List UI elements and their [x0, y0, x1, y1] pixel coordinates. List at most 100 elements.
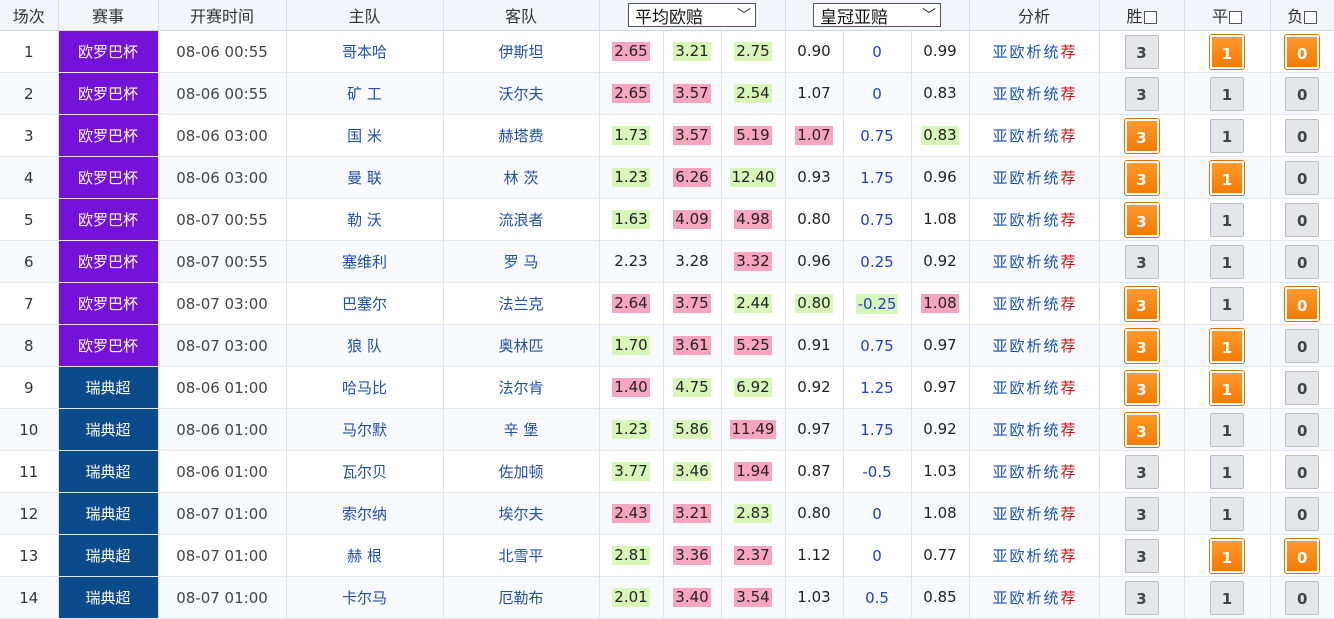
analysis-link-0[interactable]: 亚: [992, 463, 1007, 481]
home-team[interactable]: 巴塞尔: [286, 282, 444, 325]
asia-odds-select[interactable]: 皇冠亚赔 ﹀: [813, 3, 941, 28]
pick-win-button[interactable]: 3: [1124, 286, 1159, 321]
analysis-link-4[interactable]: 荐: [1061, 421, 1076, 439]
analysis-link-4[interactable]: 荐: [1061, 379, 1076, 397]
analysis-link-3[interactable]: 统: [1044, 589, 1059, 607]
pick-draw-button[interactable]: 1: [1210, 118, 1244, 153]
home-team[interactable]: 矿 工: [286, 72, 444, 115]
pick-win-button[interactable]: 3: [1124, 370, 1159, 405]
pick-draw-button[interactable]: 1: [1210, 160, 1244, 195]
analysis-link-1[interactable]: 欧: [1009, 421, 1024, 439]
pick-draw-button[interactable]: 1: [1210, 286, 1244, 321]
home-team[interactable]: 马尔默: [286, 408, 444, 451]
analysis-link-2[interactable]: 析: [1026, 127, 1041, 145]
analysis-link-2[interactable]: 析: [1026, 337, 1041, 355]
analysis-link-2[interactable]: 析: [1026, 85, 1041, 103]
analysis-link-3[interactable]: 统: [1044, 169, 1059, 187]
analysis-link-0[interactable]: 亚: [992, 127, 1007, 145]
analysis-link-1[interactable]: 欧: [1009, 211, 1024, 229]
pick-draw-button[interactable]: 1: [1210, 580, 1244, 615]
away-team[interactable]: 埃尔夫: [443, 492, 600, 535]
analysis-link-4[interactable]: 荐: [1061, 463, 1076, 481]
analysis-link-0[interactable]: 亚: [992, 337, 1007, 355]
league-badge[interactable]: 欧罗巴杯: [58, 324, 159, 367]
analysis-link-1[interactable]: 欧: [1009, 85, 1024, 103]
league-badge[interactable]: 瑞典超: [58, 366, 159, 409]
pick-win-button[interactable]: 3: [1124, 538, 1159, 573]
away-team[interactable]: 奥林匹: [443, 324, 600, 367]
league-badge[interactable]: 瑞典超: [58, 408, 159, 451]
analysis-link-3[interactable]: 统: [1044, 85, 1059, 103]
analysis-link-4[interactable]: 荐: [1061, 43, 1076, 61]
pick-draw-button[interactable]: 1: [1210, 34, 1244, 69]
analysis-link-3[interactable]: 统: [1044, 43, 1059, 61]
pick-lose-button[interactable]: 0: [1285, 118, 1320, 153]
analysis-link-2[interactable]: 析: [1026, 589, 1041, 607]
analysis-link-0[interactable]: 亚: [992, 295, 1007, 313]
pick-lose-button[interactable]: 0: [1285, 160, 1320, 195]
analysis-link-0[interactable]: 亚: [992, 85, 1007, 103]
pick-draw-button[interactable]: 1: [1210, 370, 1244, 405]
analysis-link-3[interactable]: 统: [1044, 547, 1059, 565]
pick-draw-button[interactable]: 1: [1210, 454, 1244, 489]
home-team[interactable]: 赫 根: [286, 534, 444, 577]
pick-draw-button[interactable]: 1: [1210, 538, 1244, 573]
away-team[interactable]: 罗 马: [443, 240, 600, 283]
pick-win-button[interactable]: 3: [1124, 34, 1159, 69]
analysis-link-4[interactable]: 荐: [1061, 211, 1076, 229]
league-badge[interactable]: 欧罗巴杯: [58, 156, 159, 199]
analysis-link-1[interactable]: 欧: [1009, 547, 1024, 565]
pick-draw-button[interactable]: 1: [1210, 244, 1244, 279]
pick-lose-button[interactable]: 0: [1285, 286, 1320, 321]
away-team[interactable]: 法尔肯: [443, 366, 600, 409]
euro-odds-select[interactable]: 平均欧赔 ﹀: [628, 3, 756, 28]
analysis-link-1[interactable]: 欧: [1009, 379, 1024, 397]
analysis-link-4[interactable]: 荐: [1061, 295, 1076, 313]
analysis-link-2[interactable]: 析: [1026, 43, 1041, 61]
home-team[interactable]: 国 米: [286, 114, 444, 157]
analysis-link-2[interactable]: 析: [1026, 295, 1041, 313]
analysis-link-1[interactable]: 欧: [1009, 463, 1024, 481]
home-team[interactable]: 勒 沃: [286, 198, 444, 241]
analysis-link-3[interactable]: 统: [1044, 463, 1059, 481]
league-badge[interactable]: 瑞典超: [58, 534, 159, 577]
analysis-link-2[interactable]: 析: [1026, 547, 1041, 565]
analysis-link-1[interactable]: 欧: [1009, 253, 1024, 271]
analysis-link-1[interactable]: 欧: [1009, 127, 1024, 145]
analysis-link-0[interactable]: 亚: [992, 169, 1007, 187]
analysis-link-3[interactable]: 统: [1044, 295, 1059, 313]
league-badge[interactable]: 瑞典超: [58, 576, 159, 619]
league-badge[interactable]: 瑞典超: [58, 492, 159, 535]
analysis-link-0[interactable]: 亚: [992, 421, 1007, 439]
select-all-draw-checkbox[interactable]: [1229, 11, 1242, 24]
away-team[interactable]: 北雪平: [443, 534, 600, 577]
analysis-link-0[interactable]: 亚: [992, 547, 1007, 565]
analysis-link-3[interactable]: 统: [1044, 421, 1059, 439]
analysis-link-4[interactable]: 荐: [1061, 85, 1076, 103]
pick-lose-button[interactable]: 0: [1285, 202, 1320, 237]
select-all-lose-checkbox[interactable]: [1304, 11, 1318, 24]
pick-lose-button[interactable]: 0: [1285, 454, 1320, 489]
analysis-link-0[interactable]: 亚: [992, 505, 1007, 523]
league-badge[interactable]: 欧罗巴杯: [58, 282, 159, 325]
pick-win-button[interactable]: 3: [1124, 454, 1159, 489]
pick-lose-button[interactable]: 0: [1285, 34, 1320, 69]
analysis-link-4[interactable]: 荐: [1061, 589, 1076, 607]
home-team[interactable]: 塞维利: [286, 240, 444, 283]
league-badge[interactable]: 欧罗巴杯: [58, 114, 159, 157]
pick-lose-button[interactable]: 0: [1285, 370, 1320, 405]
pick-win-button[interactable]: 3: [1124, 412, 1159, 447]
analysis-link-4[interactable]: 荐: [1061, 253, 1076, 271]
analysis-link-2[interactable]: 析: [1026, 463, 1041, 481]
analysis-link-3[interactable]: 统: [1044, 253, 1059, 271]
pick-lose-button[interactable]: 0: [1285, 496, 1320, 531]
away-team[interactable]: 厄勒布: [443, 576, 600, 619]
analysis-link-2[interactable]: 析: [1026, 379, 1041, 397]
away-team[interactable]: 佐加顿: [443, 450, 600, 493]
pick-win-button[interactable]: 3: [1124, 76, 1159, 111]
pick-win-button[interactable]: 3: [1124, 244, 1159, 279]
pick-draw-button[interactable]: 1: [1210, 496, 1244, 531]
analysis-link-3[interactable]: 统: [1044, 379, 1059, 397]
analysis-link-1[interactable]: 欧: [1009, 169, 1024, 187]
analysis-link-2[interactable]: 析: [1026, 169, 1041, 187]
